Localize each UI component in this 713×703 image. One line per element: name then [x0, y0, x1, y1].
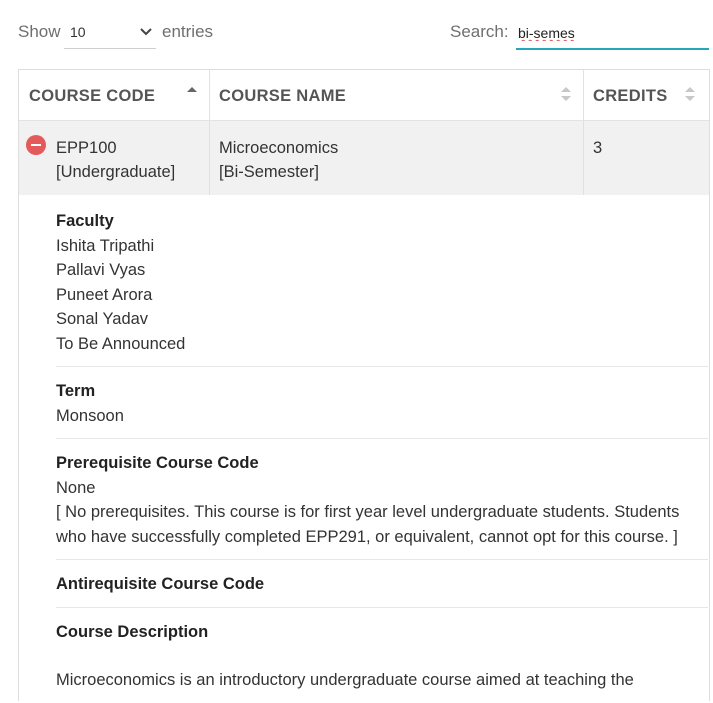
- search-label: Search:: [450, 22, 509, 41]
- term-heading: Term: [56, 382, 96, 400]
- prerequisite-heading: Prerequisite Course Code: [56, 454, 259, 472]
- prerequisite-note: [ No prerequisites. This course is for f…: [56, 503, 680, 546]
- table-header: COURSE CODE COURSE NAME CREDITS: [19, 70, 709, 121]
- cell-course-name: Microeconomics [Bi-Semester]: [209, 121, 584, 195]
- sort-both-icon: [561, 87, 571, 101]
- course-name: Microeconomics: [219, 139, 339, 157]
- antirequisite-section: Antirequisite Course Code: [56, 560, 708, 608]
- search-input[interactable]: [516, 18, 709, 50]
- cell-course-code: EPP100 [Undergraduate]: [19, 121, 210, 195]
- page-length-select[interactable]: 10: [64, 18, 156, 49]
- courses-table: COURSE CODE COURSE NAME CREDITS EPP100 […: [18, 69, 710, 701]
- sort-asc-icon: [187, 87, 197, 92]
- antirequisite-heading: Antirequisite Course Code: [56, 575, 265, 593]
- description-section: Course Description Microeconomics is an …: [56, 608, 708, 703]
- cell-credits: 3: [583, 121, 709, 195]
- term-section: Term Monsoon: [56, 367, 708, 439]
- faculty-member: Sonal Yadav: [56, 310, 149, 328]
- show-label: Show: [18, 22, 61, 41]
- course-term-type: [Bi-Semester]: [219, 163, 319, 181]
- prerequisite-value: None: [56, 478, 96, 497]
- faculty-section: Faculty Ishita Tripathi Pallavi Vyas Pun…: [56, 196, 708, 367]
- description-heading: Course Description: [56, 622, 209, 641]
- term-value: Monsoon: [56, 406, 124, 425]
- sort-both-icon: [685, 87, 695, 101]
- course-credits: 3: [593, 139, 603, 157]
- page-length-value: 10: [70, 24, 86, 40]
- table-row[interactable]: EPP100 [Undergraduate] Microeconomics [B…: [19, 121, 709, 195]
- row-details: Faculty Ishita Tripathi Pallavi Vyas Pun…: [56, 196, 708, 703]
- faculty-heading: Faculty: [56, 212, 114, 230]
- header-course-code-label: COURSE CODE: [29, 87, 156, 105]
- faculty-member: Pallavi Vyas: [56, 261, 146, 279]
- faculty-member: Ishita Tripathi: [56, 236, 155, 255]
- faculty-member: To Be Announced: [56, 334, 186, 353]
- prerequisite-section: Prerequisite Course Code None [ No prere…: [56, 439, 708, 560]
- table-controls: Show 10 entries Search:: [0, 0, 713, 60]
- faculty-member: Puneet Arora: [56, 285, 153, 304]
- header-course-name-label: COURSE NAME: [219, 87, 347, 105]
- course-code: EPP100: [56, 139, 117, 157]
- collapse-row-button[interactable]: [26, 135, 46, 155]
- description-text: Microeconomics is an introductory underg…: [56, 671, 634, 689]
- header-course-name[interactable]: COURSE NAME: [209, 70, 584, 120]
- entries-label: entries: [162, 22, 214, 41]
- course-level: [Undergraduate]: [56, 163, 176, 181]
- header-credits[interactable]: CREDITS: [583, 70, 709, 120]
- chevron-down-icon: [140, 28, 152, 36]
- header-course-code[interactable]: COURSE CODE: [19, 70, 210, 120]
- header-credits-label: CREDITS: [593, 87, 668, 105]
